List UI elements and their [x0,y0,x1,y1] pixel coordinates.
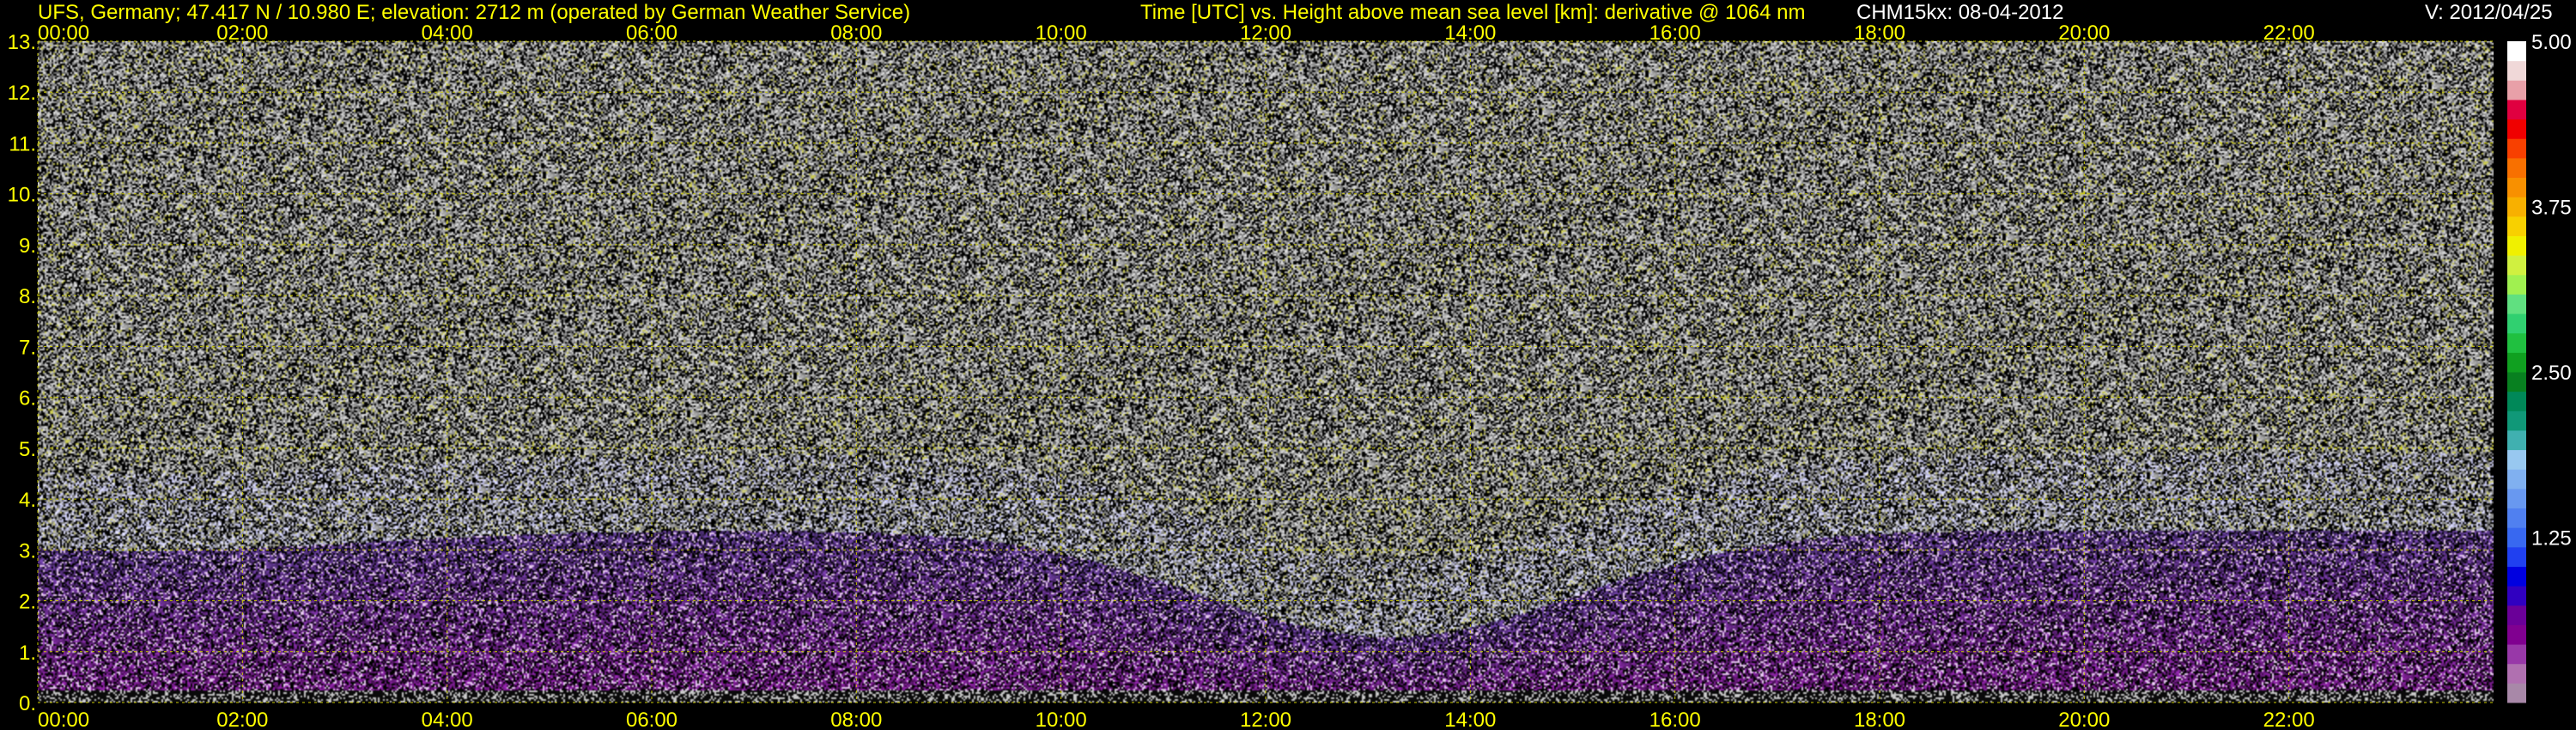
colorbar-segment [2507,644,2526,665]
y-tick-label: 3. [19,539,36,563]
x-tick-label-bottom: 12:00 [1240,709,1291,730]
colorbar-segment [2507,255,2526,276]
x-tick-label-bottom: 20:00 [2058,709,2110,730]
colorbar-segment [2507,216,2526,236]
x-tick-label-bottom: 00:00 [38,709,89,730]
x-tick-label-top: 18:00 [1854,21,1905,45]
colorbar-segment [2507,586,2526,606]
y-tick-label: 8. [19,285,36,308]
y-axis-ticks: 0. 1. 2. 3. 4. 5. 6. 7. 8. 9. 10. 11. 12. 13. [8,31,36,715]
colorbar-segment [2507,197,2526,217]
y-tick-label: 1. [19,642,36,665]
colorbar-segment [2507,138,2526,159]
colorbar-segment [2507,469,2526,490]
colorbar-segment [2507,429,2526,451]
x-tick-label-top: 06:00 [626,21,677,45]
colorbar-segment [2507,527,2526,548]
colorbar-segment [2507,294,2526,314]
x-tick-label-top: 20:00 [2058,21,2110,45]
x-tick-label-bottom: 10:00 [1036,709,1087,730]
colorbar-segment [2507,41,2526,62]
y-tick-label: 5. [19,438,36,461]
x-tick-label-top: 16:00 [1649,21,1701,45]
y-tick-label: 4. [19,489,36,512]
colorbar-segment [2507,449,2526,470]
y-tick-label: 2. [19,591,36,614]
colorbar-segment [2507,605,2526,625]
colorbar-segment [2507,508,2526,528]
x-tick-label-bottom: 08:00 [830,709,882,730]
x-tick-label-top: 00:00 [38,21,89,45]
colorbar-segment [2507,313,2526,334]
colorbar-segment [2507,372,2526,392]
x-tick-label-top: 22:00 [2263,21,2315,45]
y-tick-label: 10. [8,184,36,207]
colorbar-segment [2507,352,2526,373]
colorbar-tick-label: 1.25 [2531,527,2572,551]
colorbar-segment [2507,411,2526,431]
colorbar-segment [2507,488,2526,509]
x-tick-label-bottom: 16:00 [1649,709,1701,730]
colorbar: 5.00 3.75 2.50 1.25 [2507,31,2572,703]
y-tick-label: 13. [8,31,36,54]
y-tick-label: 6. [19,387,36,411]
x-tick-label-top: 08:00 [830,21,882,45]
colorbar-segment [2507,546,2526,567]
colorbar-segment [2507,624,2526,645]
chart-overlay: 00:00 00:00 02:00 02:00 04:00 04:00 06:00 06:00… [8,21,2572,730]
colorbar-segment [2507,235,2526,256]
x-axis-ticks: 00:00 00:00 02:00 02:00 04:00 04:00 06:00 06:00… [38,21,2315,730]
colorbar-segment [2507,332,2526,353]
x-tick-label-bottom: 18:00 [1854,709,1905,730]
y-tick-label: 7. [19,336,36,359]
colorbar-segment [2507,274,2526,295]
x-tick-label-top: 04:00 [422,21,473,45]
colorbar-segment [2507,119,2526,139]
colorbar-segment [2507,391,2526,411]
colorbar-tick-label: 3.75 [2531,197,2572,220]
colorbar-segment [2507,177,2526,198]
x-tick-label-top: 12:00 [1240,21,1291,45]
colorbar-tick-label: 2.50 [2531,362,2572,385]
y-tick-label: 9. [19,234,36,258]
x-tick-label-top: 10:00 [1036,21,1087,45]
colorbar-tick-label: 5.00 [2531,31,2572,54]
colorbar-segment [2507,80,2526,100]
x-tick-label-top: 02:00 [216,21,268,45]
x-tick-label-bottom: 14:00 [1444,709,1496,730]
x-tick-label-bottom: 22:00 [2263,709,2315,730]
y-tick-label: 11. [9,132,36,155]
y-tick-label: 0. [19,692,36,715]
y-tick-label: 12. [8,82,36,105]
colorbar-segment [2507,157,2526,179]
colorbar-segment [2507,60,2526,81]
x-tick-label-top: 14:00 [1444,21,1496,45]
x-tick-label-bottom: 06:00 [626,709,677,730]
x-tick-label-bottom: 04:00 [422,709,473,730]
colorbar-segment [2507,683,2526,703]
colorbar-segment [2507,566,2526,587]
x-tick-label-bottom: 02:00 [216,709,268,730]
colorbar-segment [2507,663,2526,684]
colorbar-segment [2507,99,2526,120]
grid-lines [37,40,2494,703]
